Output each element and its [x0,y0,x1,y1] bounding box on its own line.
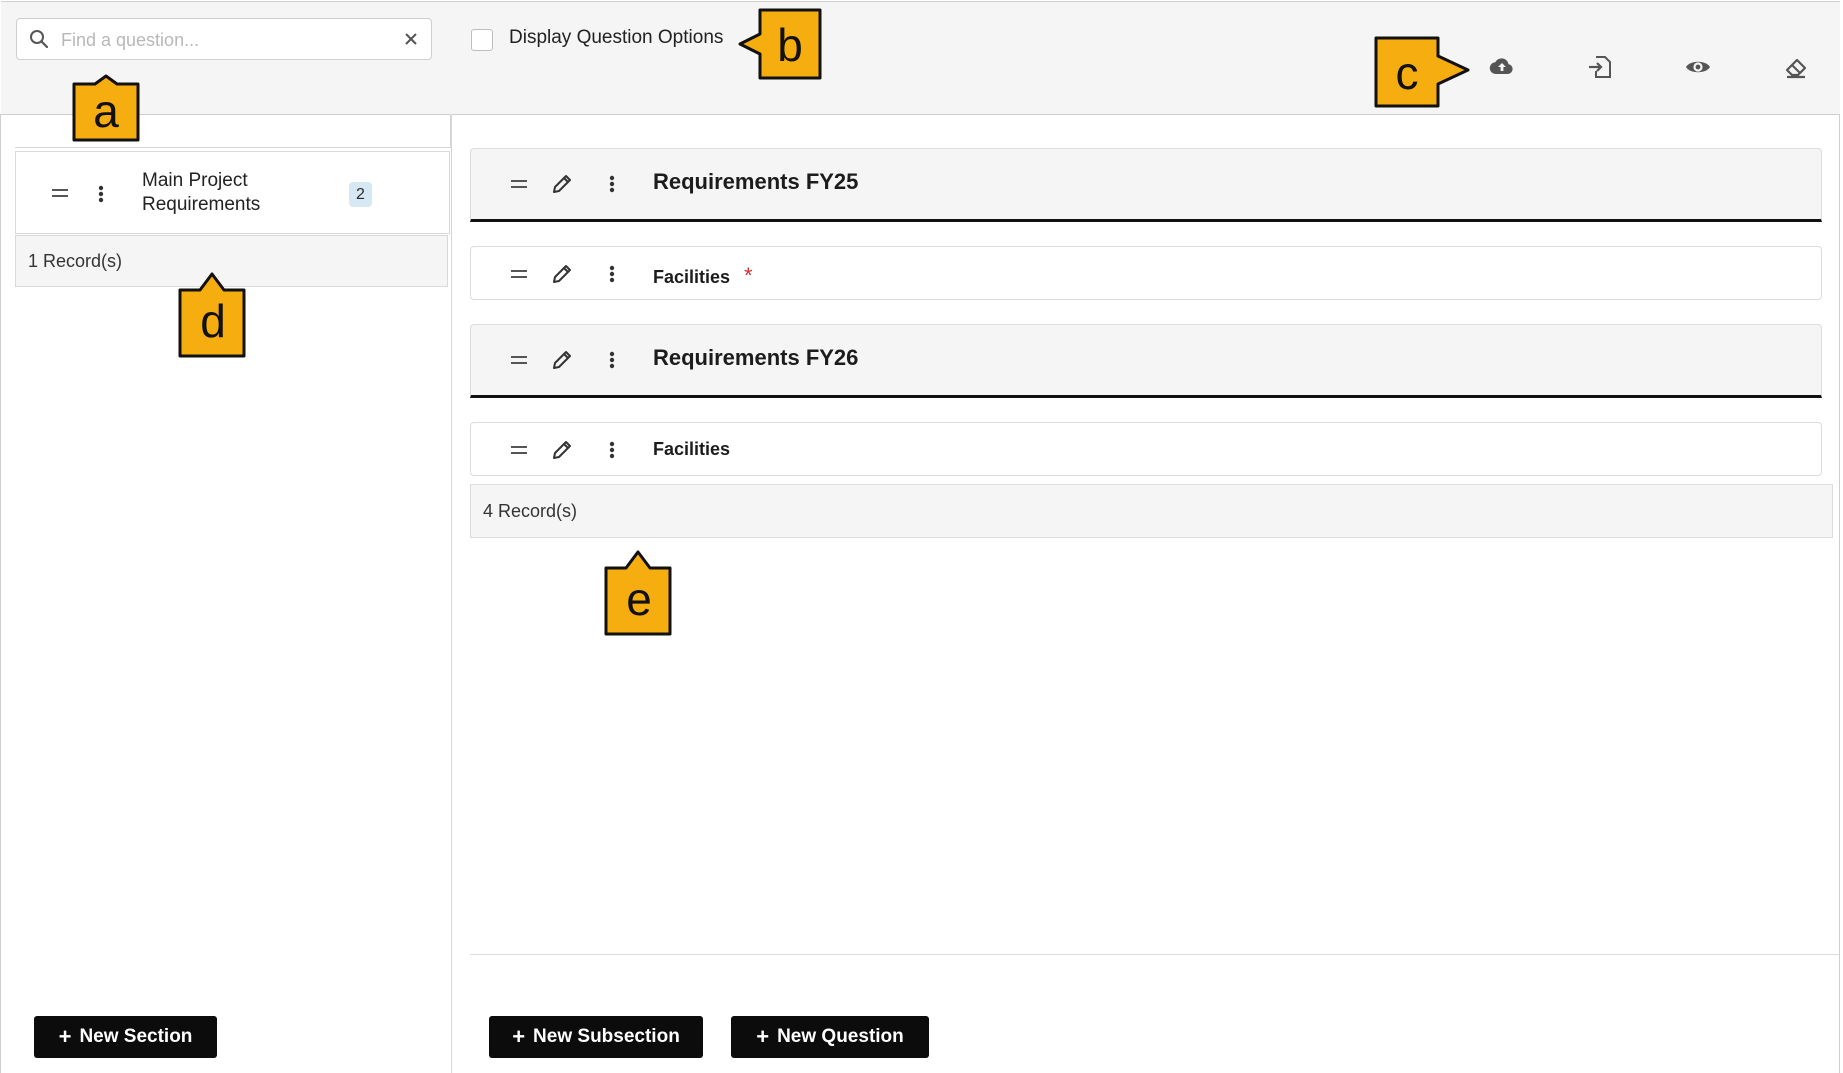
more-options-icon[interactable] [609,351,615,369]
callout-e-label: e [626,573,652,625]
question-row[interactable]: Facilities [470,422,1822,476]
question-record-count: 4 Record(s) [470,484,1833,538]
new-question-button[interactable]: + New Question [731,1016,929,1058]
edit-pencil-icon[interactable] [551,173,573,195]
question-label: Facilities [653,439,731,459]
display-question-options-checkbox[interactable] [471,29,493,51]
drag-handle-icon[interactable] [511,354,527,366]
new-subsection-label: New Subsection [533,1026,680,1047]
question-toolbar: Display Question Options [1,1,1840,115]
subsection-row[interactable]: Requirements FY26 [470,324,1822,398]
question-row[interactable]: Facilities * [470,246,1822,300]
callout-a-label: a [93,85,119,137]
question-label-wrap: Facilities * [653,263,753,289]
preview-eye-icon[interactable] [1685,54,1711,80]
cloud-upload-icon[interactable] [1489,54,1515,80]
new-question-label: New Question [777,1026,904,1047]
more-options-icon[interactable] [609,265,615,283]
panel-divider [451,114,452,1073]
edit-pencil-icon[interactable] [551,263,573,285]
drag-handle-icon[interactable] [52,187,68,199]
section-item[interactable]: Main Project Requirements 2 [15,151,450,234]
new-section-label: New Section [79,1026,193,1047]
more-options-icon[interactable] [98,185,104,203]
question-label: Facilities [653,267,731,287]
panel-border [0,114,1,1073]
question-count-badge: 2 [349,182,372,207]
search-icon [30,30,49,49]
search-box [16,18,432,60]
plus-icon: + [58,1024,72,1049]
clear-search-icon[interactable] [403,31,419,47]
subsection-label: Requirements FY25 [653,169,859,194]
callout-c-label: c [1395,47,1419,99]
edit-pencil-icon[interactable] [551,439,573,461]
section-label: Main Project Requirements [142,170,261,215]
drag-handle-icon[interactable] [511,178,527,190]
plus-icon: + [756,1024,770,1049]
required-marker: * [744,263,753,288]
footer-divider [470,954,1839,955]
panel-border [1839,114,1840,1073]
callout-b-label: b [777,19,803,71]
eraser-icon[interactable] [1783,54,1809,80]
search-input[interactable] [59,25,393,55]
edit-pencil-icon[interactable] [551,349,573,371]
import-icon[interactable] [1587,54,1613,80]
plus-icon: + [512,1024,526,1049]
drag-handle-icon[interactable] [511,268,527,280]
subsection-row[interactable]: Requirements FY25 [470,148,1822,222]
callout-d-label: d [200,295,226,347]
display-question-options-label: Display Question Options [509,27,724,48]
new-section-button[interactable]: + New Section [34,1016,217,1058]
drag-handle-icon[interactable] [511,444,527,456]
more-options-icon[interactable] [609,175,615,193]
subsection-label: Requirements FY26 [653,345,859,370]
more-options-icon[interactable] [609,441,615,459]
new-subsection-button[interactable]: + New Subsection [489,1016,703,1058]
